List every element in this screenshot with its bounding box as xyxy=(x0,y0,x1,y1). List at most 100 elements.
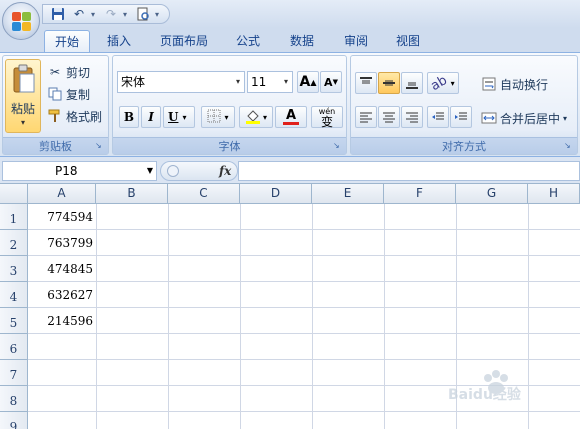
align-middle-icon xyxy=(383,80,395,86)
bold-button[interactable]: B xyxy=(119,106,139,128)
cell-a1[interactable]: 774594 xyxy=(29,210,95,224)
column-header-b[interactable]: B xyxy=(96,184,168,204)
underline-button[interactable]: U ▾ xyxy=(163,106,195,128)
align-top-icon xyxy=(360,77,372,84)
ribbon-tabs: 开始 插入 页面布局 公式 数据 审阅 视图 xyxy=(0,28,580,52)
undo-icon[interactable]: ↶ xyxy=(70,6,88,22)
redo-dropdown-icon[interactable]: ▾ xyxy=(123,10,131,19)
orientation-icon: ab xyxy=(428,72,451,94)
tab-review[interactable]: 审阅 xyxy=(336,30,376,52)
chevron-down-icon: ▾ xyxy=(283,77,288,86)
grid-line xyxy=(168,204,169,429)
paste-button[interactable]: 粘贴 ▾ xyxy=(5,59,41,133)
row-header-1[interactable]: 1 xyxy=(0,204,28,230)
align-middle-button[interactable] xyxy=(378,72,400,94)
row-header-2[interactable]: 2 xyxy=(0,230,28,256)
wrap-text-label: 自动换行 xyxy=(500,77,549,92)
paste-label: 粘贴 xyxy=(10,102,35,116)
chevron-down-icon: ▾ xyxy=(262,112,267,122)
column-header-a[interactable]: A xyxy=(28,184,96,204)
row-header-9[interactable]: 9 xyxy=(0,412,28,429)
column-header-h[interactable]: H xyxy=(528,184,580,204)
cut-button[interactable]: ✂ 剪切 xyxy=(47,62,90,82)
select-all-corner[interactable] xyxy=(0,184,28,204)
row-header-6[interactable]: 6 xyxy=(0,334,28,360)
tab-home[interactable]: 开始 xyxy=(44,30,90,52)
grow-font-button[interactable]: A ▲ xyxy=(297,71,319,93)
name-box[interactable]: P18 ▼ xyxy=(2,161,157,181)
phonetic-button[interactable]: wén 变 xyxy=(311,106,343,128)
cell-a4[interactable]: 632627 xyxy=(29,288,95,302)
increase-indent-icon xyxy=(455,112,467,120)
column-header-d[interactable]: D xyxy=(240,184,312,204)
grid-line xyxy=(28,281,580,282)
decrease-indent-button[interactable] xyxy=(427,106,449,128)
grid-line xyxy=(28,307,580,308)
tab-insert[interactable]: 插入 xyxy=(100,30,138,52)
row-header-3[interactable]: 3 xyxy=(0,256,28,282)
decrease-indent-icon xyxy=(432,112,444,120)
cell-a3[interactable]: 474845 xyxy=(29,262,95,276)
align-right-button[interactable] xyxy=(401,106,423,128)
formula-handle-icon[interactable] xyxy=(167,165,179,177)
align-bottom-icon xyxy=(406,82,418,89)
paste-dropdown-icon[interactable]: ▾ xyxy=(6,118,40,127)
cell-a5[interactable]: 214596 xyxy=(29,314,95,328)
column-header-f[interactable]: F xyxy=(384,184,456,204)
merge-center-button[interactable]: 合并后居中 ▾ xyxy=(481,108,567,128)
row-header-4[interactable]: 4 xyxy=(0,282,28,308)
tab-formulas[interactable]: 公式 xyxy=(228,30,268,52)
tab-data[interactable]: 数据 xyxy=(282,30,322,52)
align-center-button[interactable] xyxy=(378,106,400,128)
chevron-down-icon: ▼ xyxy=(146,166,153,175)
quick-access-toolbar: ↶ ▾ ↷ ▾ ▾ xyxy=(42,4,170,24)
row-header-7[interactable]: 7 xyxy=(0,360,28,386)
borders-button[interactable]: ▾ xyxy=(201,106,235,128)
format-painter-label: 格式刷 xyxy=(66,109,103,124)
font-color-button[interactable]: A xyxy=(275,106,307,128)
font-color-letter: A xyxy=(285,107,297,123)
column-header-c[interactable]: C xyxy=(168,184,240,204)
tab-page-layout[interactable]: 页面布局 xyxy=(152,30,216,52)
alignment-group-label: 对齐方式 xyxy=(351,137,577,154)
orientation-button[interactable]: ab ▾ xyxy=(427,72,459,94)
watermark-text: Baidu经验 xyxy=(448,387,521,403)
align-left-button[interactable] xyxy=(355,106,377,128)
alignment-launcher-icon[interactable]: ↘ xyxy=(564,141,574,151)
format-painter-button[interactable]: 格式刷 xyxy=(47,106,102,126)
grid-line xyxy=(28,333,580,334)
column-header-e[interactable]: E xyxy=(312,184,384,204)
font-size-combo[interactable]: 11 ▾ xyxy=(247,71,293,93)
tab-view[interactable]: 视图 xyxy=(388,30,428,52)
align-bottom-button[interactable] xyxy=(401,72,423,94)
save-icon[interactable] xyxy=(49,6,67,22)
increase-indent-button[interactable] xyxy=(450,106,472,128)
alignment-group: ab ▾ 自动换行 合并后居中 ▾ 对齐方式 ↘ xyxy=(350,55,578,155)
font-launcher-icon[interactable]: ↘ xyxy=(333,141,343,151)
row-header-8[interactable]: 8 xyxy=(0,386,28,412)
clipboard-launcher-icon[interactable]: ↘ xyxy=(95,141,105,151)
cell-a2[interactable]: 763799 xyxy=(29,236,95,250)
shrink-font-button[interactable]: A ▼ xyxy=(320,71,342,93)
undo-dropdown-icon[interactable]: ▾ xyxy=(91,10,99,19)
print-preview-icon[interactable] xyxy=(134,6,152,22)
clipboard-icon xyxy=(12,64,36,94)
insert-function-button[interactable]: fx xyxy=(219,162,231,180)
redo-icon[interactable]: ↷ xyxy=(102,6,120,22)
customize-icon[interactable]: ▾ xyxy=(155,10,163,19)
wrap-text-button[interactable]: 自动换行 xyxy=(481,74,548,94)
row-header-5[interactable]: 5 xyxy=(0,308,28,334)
copy-button[interactable]: 复制 xyxy=(47,84,90,104)
align-top-button[interactable] xyxy=(355,72,377,94)
font-name-combo[interactable]: 宋体 ▾ xyxy=(117,71,245,93)
fill-color-button[interactable]: ▾ xyxy=(239,106,273,128)
office-button[interactable] xyxy=(2,2,40,40)
shrink-font-label: A xyxy=(324,75,333,89)
merge-center-label: 合并后居中 xyxy=(500,111,561,126)
column-header-g[interactable]: G xyxy=(456,184,528,204)
formula-input[interactable] xyxy=(238,161,580,181)
align-center-icon xyxy=(383,112,395,123)
phonetic-char: 变 xyxy=(320,115,333,129)
formula-bar: P18 ▼ fx xyxy=(0,158,580,184)
italic-button[interactable]: I xyxy=(141,106,161,128)
